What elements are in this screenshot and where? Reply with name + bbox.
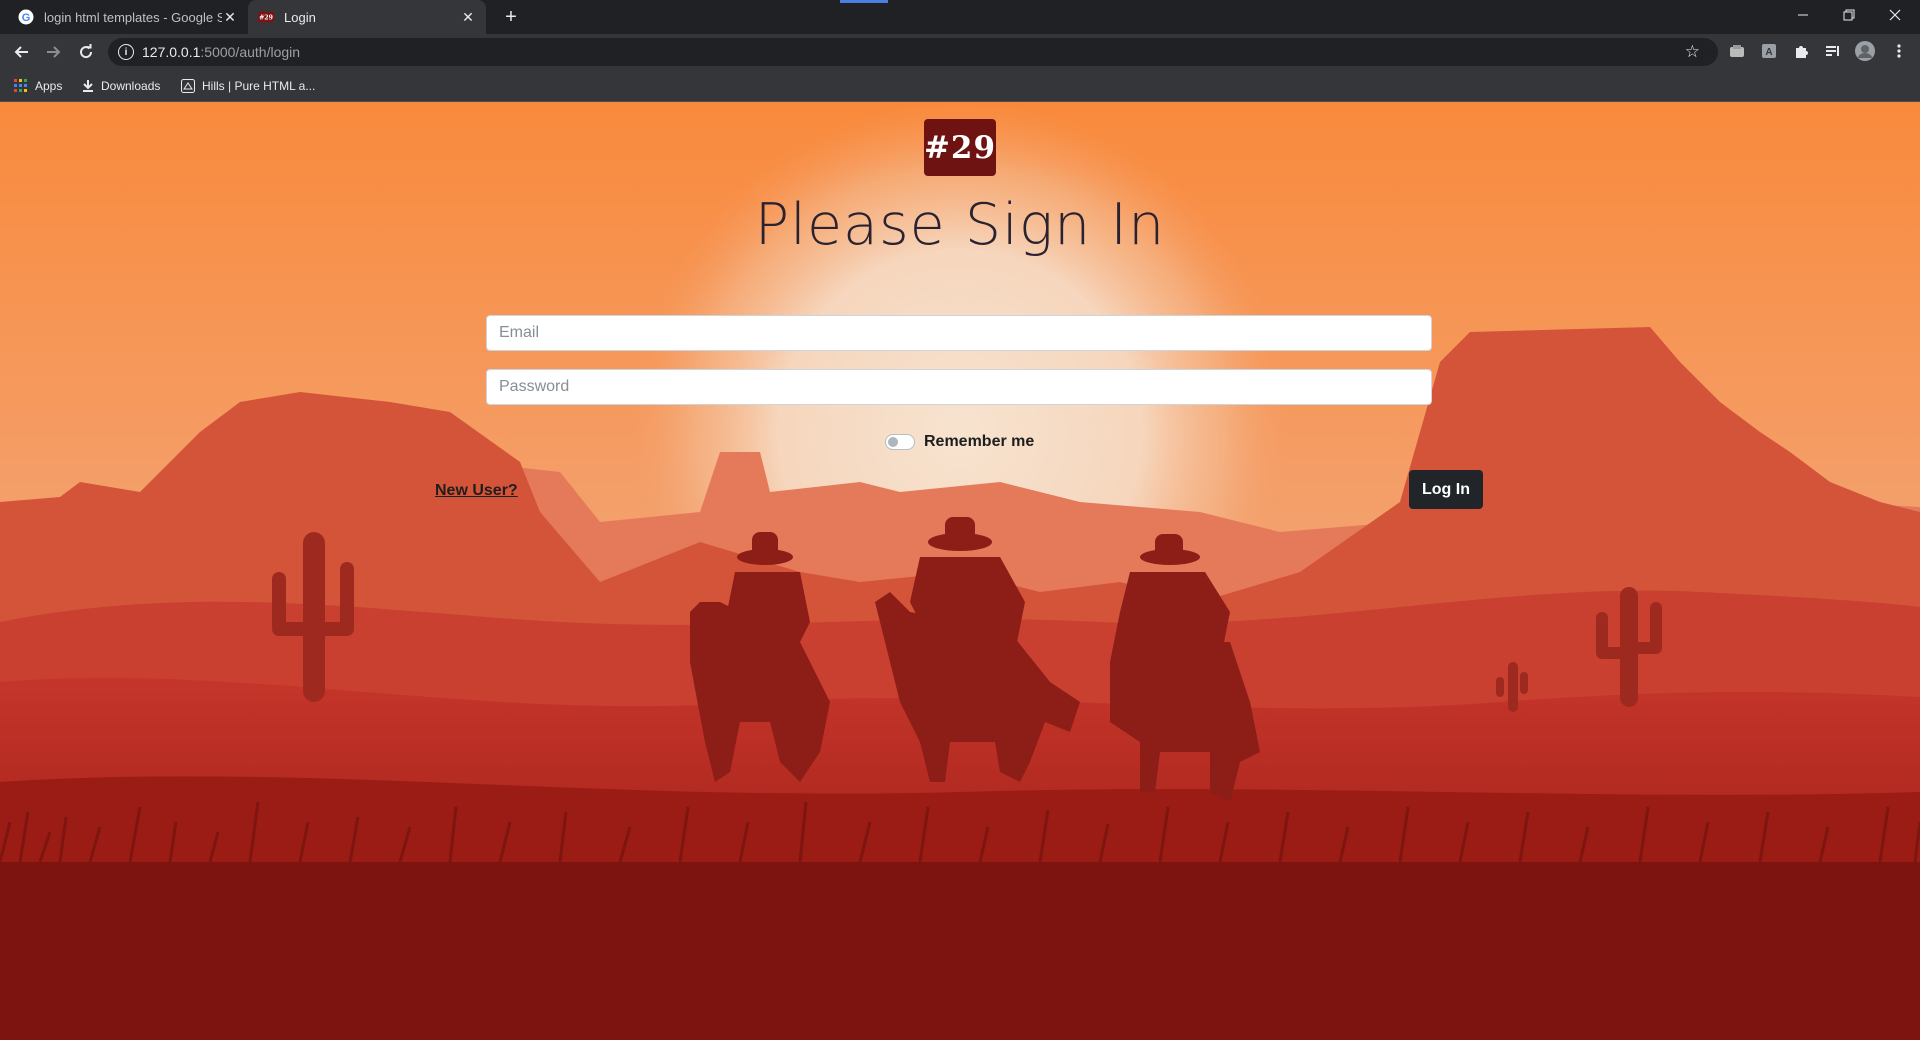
restore-button[interactable] (1826, 0, 1872, 30)
tab-title: login html templates - Google Se (44, 9, 222, 25)
google-g-icon: G (18, 9, 34, 25)
favicon-text: #29 (259, 15, 273, 22)
back-button[interactable] (10, 40, 34, 64)
bookmark-apps[interactable]: Apps (14, 70, 62, 102)
reload-icon (80, 44, 93, 59)
tab-login[interactable]: #29 Login ✕ (248, 0, 486, 34)
toggle-knob (888, 437, 898, 447)
tab-strip-indicator (840, 0, 888, 3)
minimize-icon (1798, 14, 1808, 16)
remember-me-toggle[interactable] (885, 434, 915, 450)
menu-kebab-icon[interactable] (1889, 41, 1909, 61)
extension-icon[interactable]: A (1759, 41, 1779, 61)
site-info-icon[interactable]: i (118, 44, 134, 60)
url-path: :5000/auth/login (200, 44, 301, 60)
email-field[interactable] (486, 315, 1432, 351)
download-icon (82, 79, 94, 93)
new-user-link[interactable]: New User? (435, 482, 518, 500)
puzzle-icon[interactable] (1791, 41, 1811, 61)
bookmarks-bar: Apps Downloads Hills | Pure HTML a... (0, 70, 1920, 102)
remember-me-label[interactable]: Remember me (924, 433, 1034, 451)
login-page: #29 Please Sign In Remember me New User?… (0, 102, 1920, 1040)
tab-title: Login (284, 9, 316, 25)
bookmark-hills[interactable]: Hills | Pure HTML a... (181, 70, 315, 102)
forward-button[interactable] (41, 40, 65, 64)
back-arrow-icon (14, 46, 28, 58)
bookmark-downloads[interactable]: Downloads (82, 70, 160, 102)
new-tab-button[interactable]: + (500, 6, 522, 28)
svg-text:A: A (1765, 47, 1772, 58)
close-icon[interactable]: ✕ (222, 9, 238, 25)
extension-icon[interactable] (1727, 41, 1747, 61)
tab-strip: G login html templates - Google Se ✕ #29… (0, 0, 1920, 34)
reload-button[interactable] (74, 40, 98, 64)
address-bar[interactable]: i 127.0.0.1:5000/auth/login ☆ (108, 38, 1718, 66)
close-window-icon (1889, 9, 1901, 21)
forward-arrow-icon (47, 46, 61, 58)
remember-me-control[interactable]: Remember me (885, 433, 1034, 451)
svg-text:G: G (22, 12, 31, 24)
apps-grid-icon (14, 79, 28, 93)
bookmark-label: Downloads (101, 79, 161, 93)
reading-list-icon[interactable] (1823, 41, 1843, 61)
password-field[interactable] (486, 369, 1432, 405)
close-icon[interactable]: ✕ (460, 9, 476, 25)
url-host: 127.0.0.1 (142, 44, 201, 60)
restore-icon (1843, 9, 1855, 21)
site-29-icon: #29 (258, 9, 274, 25)
site-logo: #29 (924, 119, 996, 176)
login-button[interactable]: Log In (1409, 470, 1483, 509)
minimize-button[interactable] (1780, 0, 1826, 30)
bookmark-label: Apps (35, 79, 63, 93)
hills-site-icon (181, 79, 195, 93)
tab-google-search[interactable]: G login html templates - Google Se ✕ (8, 0, 248, 34)
avatar[interactable] (1855, 41, 1875, 61)
bookmark-star-icon[interactable]: ☆ (1685, 42, 1700, 62)
page-title: Please Sign In (754, 192, 1166, 258)
bookmark-label: Hills | Pure HTML a... (202, 79, 316, 93)
close-window-button[interactable] (1872, 0, 1918, 30)
